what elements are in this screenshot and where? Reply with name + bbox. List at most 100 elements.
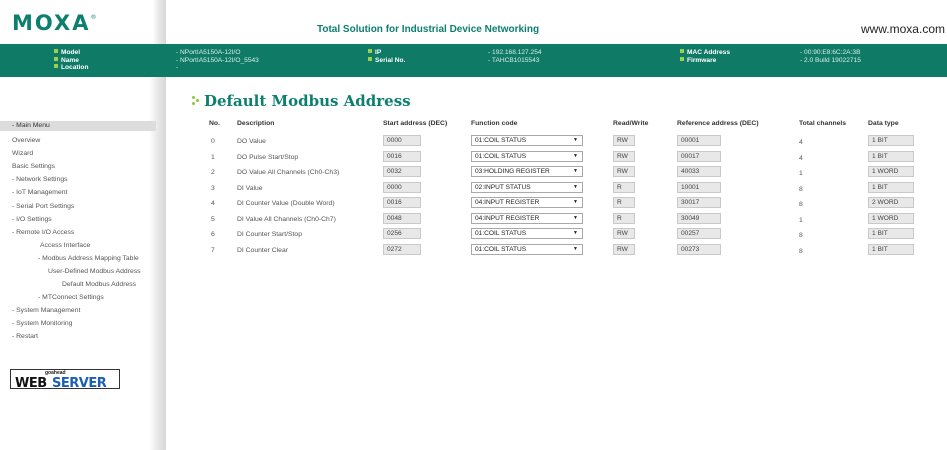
data-type-field: 1 WORD bbox=[868, 166, 914, 177]
title-dots-icon bbox=[192, 96, 202, 106]
read-write-field: R bbox=[613, 182, 635, 193]
col-header-description: Description bbox=[237, 120, 275, 127]
row-description: DI Counter Clear bbox=[237, 247, 288, 254]
header-tagline: Total Solution for Industrial Device Net… bbox=[317, 24, 540, 35]
function-code-select[interactable]: 01:COIL STATUS ▼ bbox=[471, 244, 583, 255]
col-header-data-type: Data type bbox=[868, 120, 899, 127]
dropdown-arrow-icon: ▼ bbox=[573, 199, 578, 205]
table-row: 5 DI Value All Channels (Ch0-Ch7) 0048 04:I… bbox=[0, 213, 947, 229]
row-number: 4 bbox=[211, 200, 215, 207]
total-channels-value: 8 bbox=[799, 186, 803, 193]
dropdown-arrow-icon: ▼ bbox=[573, 184, 578, 190]
start-address-field: 0048 bbox=[383, 213, 421, 224]
mac-value: - 00:90:E8:6C:2A:3B bbox=[800, 49, 861, 56]
table-row: 1 DO Pulse Start/Stop 0016 01:COIL STATUS ▼ R… bbox=[0, 151, 947, 167]
main-menu-header[interactable]: - Main Menu bbox=[0, 121, 156, 131]
start-address-field: 0016 bbox=[383, 197, 421, 208]
table-row: 6 DI Counter Start/Stop 0256 01:COIL STATUS… bbox=[0, 228, 947, 244]
table-row: 0 DO Value 0000 01:COIL STATUS ▼ RW 00001 4 1 BI… bbox=[0, 135, 947, 151]
row-number: 5 bbox=[211, 216, 215, 223]
sidebar-item-system-management[interactable]: - System Management bbox=[12, 307, 80, 314]
reference-address-field: 00257 bbox=[677, 228, 721, 239]
bullet-icon bbox=[54, 56, 58, 61]
bullet-icon bbox=[54, 49, 58, 54]
info-labels-col1: Model Name Location bbox=[54, 49, 88, 72]
total-channels-value: 8 bbox=[799, 232, 803, 239]
data-type-field: 1 WORD bbox=[868, 213, 914, 224]
table-row: 2 DO Value All Channels (Ch0-Ch3) 0032 03:H… bbox=[0, 166, 947, 182]
info-labels-col3: MAC Address Firmware bbox=[680, 49, 730, 64]
top-header: MOXA® Total Solution for Industrial Devi… bbox=[0, 0, 947, 44]
sidebar-item-mtconnect-settings[interactable]: - MTConnect Settings bbox=[38, 294, 104, 301]
bullet-icon bbox=[368, 49, 372, 54]
data-type-field: 2 WORD bbox=[868, 197, 914, 208]
read-write-field: R bbox=[613, 213, 635, 224]
row-number: 3 bbox=[211, 185, 215, 192]
row-number: 2 bbox=[211, 169, 215, 176]
info-values-col1: - NPortIA5150A-12I/O - NPortIA5150A-12I/… bbox=[176, 49, 259, 72]
info-values-col2: - 192.168.127.254 - TAHCB1015543 bbox=[488, 49, 542, 64]
data-type-field: 1 BIT bbox=[868, 182, 914, 193]
sidebar-item-default-modbus[interactable]: Default Modbus Address bbox=[62, 281, 136, 288]
start-address-field: 0256 bbox=[383, 228, 421, 239]
col-header-no: No. bbox=[209, 120, 220, 127]
dropdown-arrow-icon: ▼ bbox=[573, 215, 578, 221]
col-header-reference-address: Reference address (DEC) bbox=[677, 120, 759, 127]
read-write-field: R bbox=[613, 197, 635, 208]
total-channels-value: 1 bbox=[799, 217, 803, 224]
table-row: 4 DI Counter Value (Double Word) 0016 04:IN… bbox=[0, 197, 947, 213]
device-info-bar: Model Name Location - NPortIA5150A-12I/O… bbox=[0, 44, 947, 77]
function-code-select[interactable]: 04:INPUT REGISTER ▼ bbox=[471, 213, 583, 224]
data-type-field: 1 BIT bbox=[868, 228, 914, 239]
row-description: DI Value All Channels (Ch0-Ch7) bbox=[237, 216, 336, 223]
start-address-field: 0016 bbox=[383, 151, 421, 162]
row-description: DO Value bbox=[237, 138, 266, 145]
site-url: www.moxa.com bbox=[860, 22, 945, 36]
read-write-field: RW bbox=[613, 135, 635, 146]
table-row: 7 DI Counter Clear 0272 01:COIL STATUS ▼ RW 00… bbox=[0, 244, 947, 260]
info-labels-col2: IP Serial No. bbox=[368, 49, 405, 64]
col-header-read-write: Read/Write bbox=[613, 120, 649, 127]
read-write-field: RW bbox=[613, 151, 635, 162]
row-description: DI Counter Value (Double Word) bbox=[237, 200, 335, 207]
reference-address-field: 10001 bbox=[677, 182, 721, 193]
row-number: 6 bbox=[211, 231, 215, 238]
function-code-select[interactable]: 02:INPUT STATUS ▼ bbox=[471, 182, 583, 193]
webserver-badge: goahead WEB SERVER bbox=[10, 369, 120, 391]
function-code-select[interactable]: 01:COIL STATUS ▼ bbox=[471, 228, 583, 239]
data-type-field: 1 BIT bbox=[868, 135, 914, 146]
reference-address-field: 30049 bbox=[677, 213, 721, 224]
table-row: 3 DI Value 0000 02:INPUT STATUS ▼ R 10001 8 1 BI… bbox=[0, 182, 947, 198]
read-write-field: RW bbox=[613, 228, 635, 239]
sidebar-item-system-monitoring[interactable]: - System Monitoring bbox=[12, 320, 72, 327]
firmware-value: - 2.0 Build 19022715 bbox=[800, 56, 861, 64]
row-number: 0 bbox=[211, 138, 215, 145]
moxa-logo[interactable]: MOXA® bbox=[12, 11, 96, 35]
bullet-icon bbox=[54, 64, 58, 69]
function-code-select[interactable]: 01:COIL STATUS ▼ bbox=[471, 151, 583, 162]
reference-address-field: 00017 bbox=[677, 151, 721, 162]
model-value: - NPortIA5150A-12I/O bbox=[176, 49, 241, 56]
row-description: DI Value bbox=[237, 185, 263, 192]
total-channels-value: 8 bbox=[799, 201, 803, 208]
start-address-field: 0000 bbox=[383, 182, 421, 193]
data-type-field: 1 BIT bbox=[868, 244, 914, 255]
location-value: - bbox=[176, 64, 179, 71]
info-values-col3: - 00:90:E8:6C:2A:3B - 2.0 Build 19022715 bbox=[800, 49, 861, 64]
start-address-field: 0000 bbox=[383, 135, 421, 146]
row-description: DO Value All Channels (Ch0-Ch3) bbox=[237, 169, 340, 176]
reference-address-field: 30017 bbox=[677, 197, 721, 208]
name-value: - NPortIA5150A-12I/O_5543 bbox=[176, 56, 259, 64]
col-header-total-channels: Total channels bbox=[799, 120, 847, 127]
dropdown-arrow-icon: ▼ bbox=[573, 137, 578, 143]
total-channels-value: 1 bbox=[799, 170, 803, 177]
sidebar: - Main Menu Overview Wizard Basic Settin… bbox=[0, 77, 166, 450]
row-number: 1 bbox=[211, 154, 215, 161]
bullet-icon bbox=[680, 49, 684, 54]
function-code-select[interactable]: 03:HOLDING REGISTER ▼ bbox=[471, 166, 583, 177]
sidebar-item-user-defined-modbus[interactable]: User-Defined Modbus Address bbox=[48, 268, 141, 275]
function-code-select[interactable]: 01:COIL STATUS ▼ bbox=[471, 135, 583, 146]
function-code-select[interactable]: 04:INPUT REGISTER ▼ bbox=[471, 197, 583, 208]
sidebar-item-restart[interactable]: - Restart bbox=[12, 333, 38, 340]
total-channels-value: 4 bbox=[799, 139, 803, 146]
